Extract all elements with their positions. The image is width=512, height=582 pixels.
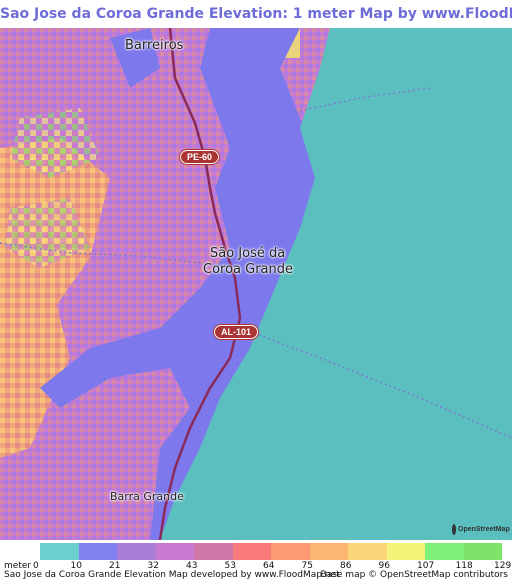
place-label-barra-grande: Barra Grande — [110, 490, 184, 503]
magnifier-icon — [452, 523, 456, 535]
elevation-map[interactable]: Barreiros São José da Coroa Grande Barra… — [0, 28, 512, 540]
legend-swatch — [309, 543, 348, 560]
place-label-sao-jose-1: São José da — [210, 246, 286, 261]
road-shield-al101: AL-101 — [214, 325, 259, 339]
legend-swatch — [232, 543, 271, 560]
place-label-sao-jose-2: Coroa Grande — [203, 262, 294, 277]
legend-swatch — [348, 543, 387, 560]
osm-badge: OpenStreetMap — [452, 520, 510, 538]
elevation-map-canvas[interactable] — [0, 28, 512, 540]
legend-swatch — [117, 543, 156, 560]
legend-swatch — [155, 543, 194, 560]
legend-swatch — [271, 543, 310, 560]
osm-badge-text: OpenStreetMap — [458, 525, 510, 533]
legend-swatch — [40, 543, 79, 560]
map-title: Sao Jose da Coroa Grande Elevation: 1 me… — [0, 6, 512, 22]
legend-swatch — [194, 543, 233, 560]
legend-swatch — [78, 543, 117, 560]
legend-swatch — [425, 543, 464, 560]
road-shield-pe60: PE-60 — [180, 150, 220, 164]
legend-swatches — [40, 543, 502, 560]
footer-credit-right: Base map © OpenStreetMap contributors — [320, 570, 508, 580]
legend-swatch — [463, 543, 502, 560]
place-label-barreiros: Barreiros — [125, 38, 184, 53]
elevation-legend: meter 0 10 21 32 43 53 64 75 86 96 107 118 129 Sao J… — [0, 540, 512, 582]
footer-credit-left: Sao Jose da Coroa Grande Elevation Map d… — [4, 570, 340, 580]
legend-swatch — [386, 543, 425, 560]
